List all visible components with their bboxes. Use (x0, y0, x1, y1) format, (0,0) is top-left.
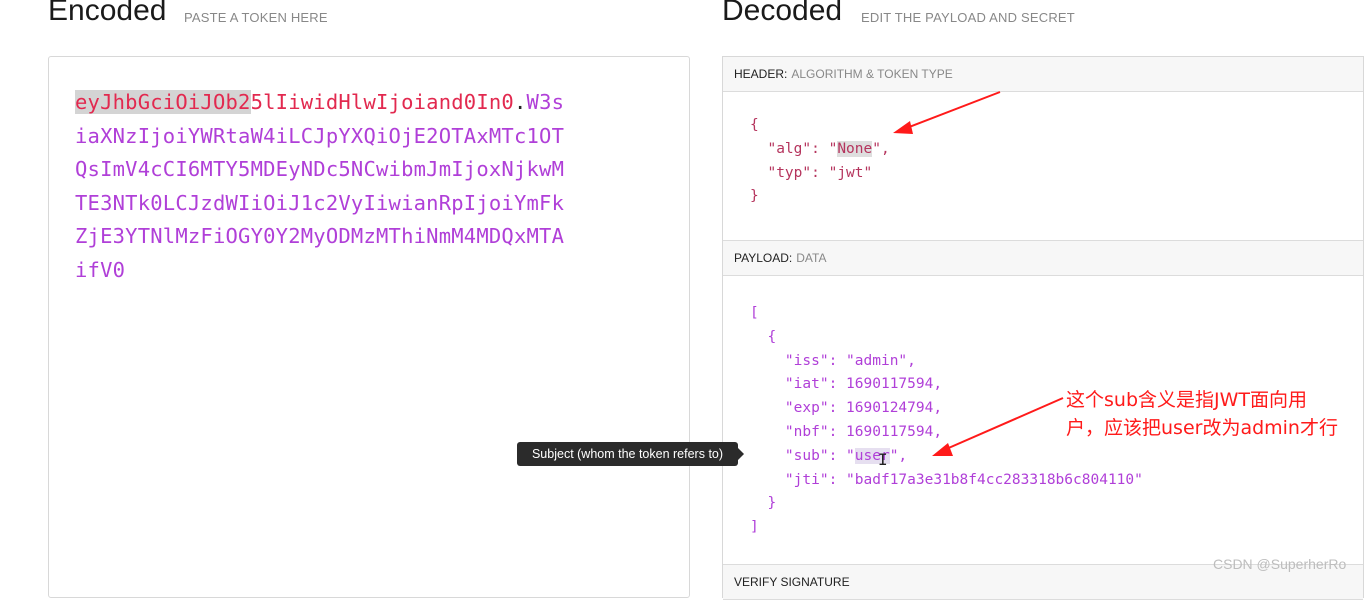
sub-key: "sub" (784, 447, 829, 464)
token-payload-part: iaXNzIjoiYWRtaW4iLCJpYXQiOjE2OTAxMTc1OT (75, 123, 565, 148)
annotation-line: 这个sub含义是指JWT面向用 (1066, 389, 1307, 411)
json-brace: { (750, 117, 759, 133)
token-payload-part: ZjE3YTNlMzFiOGY0Y2MyODMzMThiNmM4MDQxMTA (75, 224, 565, 249)
watermark: CSDN @SuperherRo (1213, 556, 1347, 572)
nbf-key: "nbf" (784, 423, 829, 440)
text-cursor-icon: I (878, 450, 888, 469)
token-payload-part: TE3NTk0LCJzdWIiOiJ1c2VyIiwianRpIjoiYmFk (75, 190, 565, 215)
token-dot: . (513, 90, 527, 114)
encoded-subtitle: PASTE A TOKEN HERE (184, 10, 328, 25)
decoded-title: Decoded (722, 0, 843, 27)
encoded-title: Encoded (48, 0, 167, 27)
encoded-token-text[interactable]: eyJhbGciOiJOb25lIiwidHlwIjoiand0In0.W3s i… (75, 86, 615, 288)
nbf-value: 1690117594, (846, 423, 943, 440)
typ-key: "typ" (767, 164, 812, 181)
token-payload-part: W3s (526, 90, 565, 114)
annotation-line: 户，应该把user改为admin才行 (1066, 417, 1338, 439)
payload-section-label: PAYLOAD: DATA (723, 240, 1363, 276)
red-annotation: 这个sub含义是指JWT面向用 户，应该把user改为admin才行 (1066, 386, 1366, 442)
token-header-selection: eyJhbGciOiJOb2 (75, 90, 251, 114)
exp-key: "exp" (784, 400, 829, 417)
json-bracket: [ (750, 305, 759, 321)
alg-value: None (837, 140, 873, 157)
json-brace: } (767, 495, 777, 512)
decoded-subtitle: EDIT THE PAYLOAD AND SECRET (861, 10, 1075, 25)
exp-value: 1690124794, (846, 400, 943, 417)
iss-value: "admin", (846, 352, 916, 369)
alg-close: ", (872, 140, 890, 157)
token-payload-part: ifV0 (75, 257, 126, 282)
header-section-label: HEADER: ALGORITHM & TOKEN TYPE (723, 57, 1363, 92)
header-json-editor[interactable]: { "alg": "None", "typ": "jwt" } (750, 114, 890, 209)
token-header-part: 5lIiwidHlwIjoiand0In0 (250, 90, 514, 114)
verify-label-key: VERIFY SIGNATURE (734, 575, 850, 589)
sub-close: ", (889, 447, 908, 464)
token-payload-part: QsImV4cCI6MTY5MDEyNDc5NCwibmJmIjoxNjkwM (75, 157, 565, 182)
json-brace: } (750, 188, 759, 205)
json-bracket: ] (750, 519, 759, 536)
jti-value: "badf17a3e31b8f4cc283318b6c804110" (846, 471, 1143, 488)
json-brace: { (767, 328, 777, 345)
typ-value: "jwt" (828, 164, 873, 181)
iat-key: "iat" (784, 376, 829, 393)
iss-key: "iss" (784, 352, 829, 369)
sub-claim-tooltip: Subject (whom the token refers to) (517, 442, 744, 466)
iat-value: 1690117594, (846, 376, 943, 393)
jti-key: "jti" (784, 471, 829, 488)
header-label-value: ALGORITHM & TOKEN TYPE (791, 67, 953, 81)
payload-label-value: DATA (796, 251, 827, 265)
alg-key: "alg" (767, 140, 812, 157)
payload-label-key: PAYLOAD: (734, 251, 793, 265)
header-label-key: HEADER: (734, 67, 788, 81)
sub-quote: " (846, 447, 855, 464)
